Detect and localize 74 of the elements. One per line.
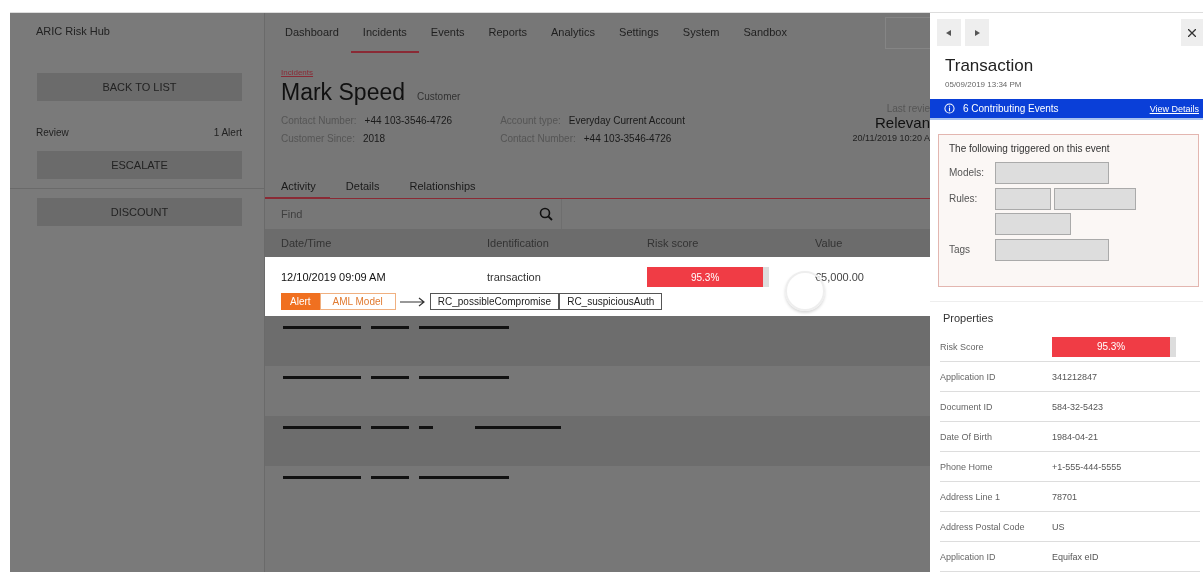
column-header: Date/Time xyxy=(281,237,333,249)
review-label: Review xyxy=(36,127,69,138)
trigger-heading: The following triggered on this event xyxy=(949,143,1111,154)
info-value: +44 103-3546-4726 xyxy=(364,114,453,128)
info-value: +44 103-3546-4726 xyxy=(583,132,672,146)
left-caret-icon xyxy=(946,29,952,36)
nav-tab[interactable]: Incidents xyxy=(350,13,419,53)
nav-tab[interactable]: Reports xyxy=(476,13,540,53)
property-label: Address Line 1 xyxy=(940,491,1002,502)
last-review-value: Relevan xyxy=(874,114,930,131)
property-label: Document ID xyxy=(940,401,994,412)
alert-count: 1 Alert xyxy=(213,127,242,138)
back-to-list-button[interactable]: BACK TO LIST xyxy=(37,73,242,101)
column-header: Identification xyxy=(487,237,550,249)
customer-role: Customer xyxy=(417,91,461,102)
trigger-label: Models: xyxy=(949,166,985,180)
customer-name: Mark Speed xyxy=(281,79,405,106)
trigger-label: Tags xyxy=(949,243,972,257)
property-value: 584-32-5423 xyxy=(1052,401,1104,412)
property-label: Date Of Birth xyxy=(940,431,994,442)
info-value: Everyday Current Account xyxy=(568,114,685,128)
property-value: 78701 xyxy=(1052,491,1078,502)
table-cell-text: transaction xyxy=(487,271,542,283)
banner-text: 6 Contributing Events xyxy=(963,103,1060,114)
app-name: ARIC Risk Hub xyxy=(35,24,111,39)
nav-tab[interactable]: Analytics xyxy=(539,13,608,53)
property-label: Risk Score xyxy=(940,341,985,352)
action-button[interactable]: DISCOUNT xyxy=(37,198,242,226)
tab[interactable]: Relationships xyxy=(393,180,490,199)
previous-button[interactable] xyxy=(937,19,961,46)
column-header: Risk score xyxy=(647,237,700,249)
property-label: Application ID xyxy=(940,551,997,562)
action-button[interactable]: ESCALATE xyxy=(37,151,242,179)
info-value: 2018 xyxy=(362,132,386,146)
column-header: Value xyxy=(815,237,844,249)
nav-tab[interactable]: System xyxy=(670,13,732,53)
rule-tag: RC_possibleCompromise xyxy=(429,293,560,310)
search-field[interactable]: Find xyxy=(271,207,539,221)
property-label: Application ID xyxy=(940,371,997,382)
placeholder-chip xyxy=(995,188,1051,210)
table-cell-text: €5,000.00 xyxy=(815,271,865,283)
risk-score-bar: 95.3% xyxy=(647,267,764,287)
view-details-link[interactable]: View Details xyxy=(1149,103,1199,114)
property-label: Phone Home xyxy=(940,461,994,472)
property-value: Equifax eID xyxy=(1052,551,1099,562)
table-row[interactable]: 12/10/2019 09:09 AM transaction 95.3% €5,000.00 Alert AML Model RC_possibleCompromise RC_suspiciousAuth xyxy=(265,257,930,316)
property-value: 1984-04-21 xyxy=(1052,431,1099,442)
trigger-label: Rules: xyxy=(949,192,979,206)
properties-heading: Properties xyxy=(942,311,995,326)
breadcrumb-link[interactable]: Incidents xyxy=(281,68,314,77)
tab[interactable]: Details xyxy=(329,180,394,199)
next-button[interactable] xyxy=(965,19,989,46)
risk-score-bar: 95.3% xyxy=(1052,336,1171,357)
property-value: US xyxy=(1052,521,1065,532)
arrow-icon xyxy=(399,296,426,307)
panel-date: 05/09/2019 13:34 PM xyxy=(944,79,1023,89)
nav-tab[interactable]: Settings xyxy=(607,13,671,53)
search-icon[interactable] xyxy=(539,207,553,221)
info-icon xyxy=(944,103,955,114)
nav-tab[interactable]: Sandbox xyxy=(731,13,799,53)
panel-title: Transaction xyxy=(944,55,1035,76)
nav-tab[interactable]: Events xyxy=(418,13,477,53)
property-label: Address Postal Code xyxy=(940,521,1026,532)
alert-tag: Alert xyxy=(281,293,320,310)
close-icon xyxy=(1188,28,1196,37)
rule-tag: RC_suspiciousAuth xyxy=(559,293,663,310)
right-caret-icon xyxy=(974,29,980,36)
model-tag: AML Model xyxy=(319,293,396,310)
close-button[interactable] xyxy=(1181,19,1203,46)
last-review-date: 20/11/2019 10:20 A xyxy=(852,133,930,143)
property-value: +1-555-444-5555 xyxy=(1052,461,1122,472)
table-cell-text: 12/10/2019 09:09 AM xyxy=(281,271,387,283)
property-value: 341212847 xyxy=(1052,371,1098,382)
nav-tab[interactable]: Dashboard xyxy=(273,13,351,53)
